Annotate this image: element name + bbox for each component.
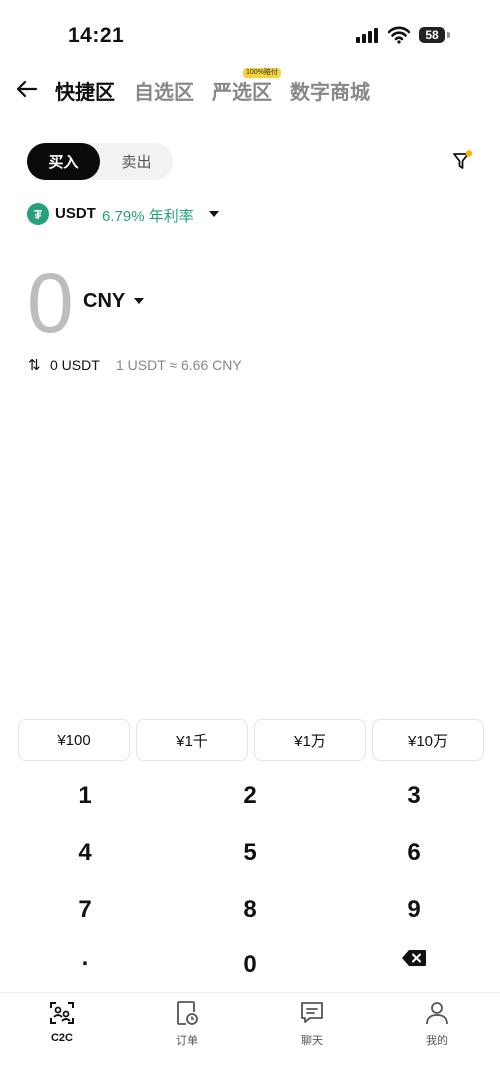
key-7[interactable]: 7: [30, 888, 140, 932]
guarantee-badge: 100%赔付: [243, 68, 281, 78]
tab-chat-label: 聊天: [301, 1035, 323, 1047]
battery-tip: [447, 32, 450, 38]
quick-amount-10k[interactable]: ¥1万: [254, 719, 366, 761]
tab-profile[interactable]: 我的: [397, 1000, 477, 1048]
quick-amount-100k[interactable]: ¥10万: [372, 719, 484, 761]
tab-watchlist-zone[interactable]: 自选区: [134, 76, 194, 105]
tab-selected-zone[interactable]: 严选区: [212, 76, 272, 105]
profile-icon: [426, 1002, 448, 1025]
amount-display[interactable]: 0: [27, 258, 74, 348]
coin-symbol[interactable]: USDT: [55, 205, 96, 222]
tab-orders-label: 订单: [176, 1035, 198, 1047]
c2c-icon: [50, 1002, 74, 1024]
tab-quick-zone[interactable]: 快捷区: [55, 76, 115, 105]
exchange-rate: 1 USDT ≈ 6.66 CNY: [116, 357, 242, 373]
filter-icon[interactable]: [452, 150, 474, 172]
tab-profile-label: 我的: [426, 1035, 448, 1047]
quick-amount-1k[interactable]: ¥1千: [136, 719, 248, 761]
key-decimal[interactable]: .: [30, 936, 140, 980]
key-5[interactable]: 5: [195, 831, 305, 875]
currency-selector[interactable]: CNY: [83, 290, 125, 313]
key-8[interactable]: 8: [195, 888, 305, 932]
apy-rate: 6.79% 年利率: [102, 208, 194, 225]
key-2[interactable]: 2: [195, 774, 305, 818]
key-1[interactable]: 1: [30, 774, 140, 818]
order-icon: [177, 1001, 198, 1025]
sell-tab[interactable]: 卖出: [100, 143, 173, 180]
cellular-signal-icon: [356, 28, 378, 43]
tab-c2c-label: C2C: [50, 1032, 73, 1044]
tab-digital-mall[interactable]: 数字商城: [290, 76, 370, 105]
usdt-icon[interactable]: ₮: [27, 203, 49, 225]
tab-orders[interactable]: 订单: [147, 1000, 227, 1048]
converted-amount: 0 USDT: [50, 357, 100, 373]
currency-chevron-down-icon[interactable]: [134, 298, 144, 304]
back-arrow-icon[interactable]: [16, 78, 38, 100]
battery-icon: 58: [419, 27, 445, 43]
tab-chat[interactable]: 聊天: [272, 1000, 352, 1048]
wifi-icon: [388, 26, 410, 44]
swap-arrows-icon[interactable]: ⇅: [28, 356, 41, 374]
key-9[interactable]: 9: [359, 888, 469, 932]
tab-c2c[interactable]: C2C: [22, 1000, 102, 1044]
backspace-icon: [402, 950, 426, 966]
key-4[interactable]: 4: [30, 831, 140, 875]
coin-chevron-down-icon[interactable]: [209, 211, 219, 217]
key-3[interactable]: 3: [359, 774, 469, 818]
quick-amount-100[interactable]: ¥100: [18, 719, 130, 761]
key-0[interactable]: 0: [195, 943, 305, 987]
chat-icon: [301, 1002, 323, 1023]
status-time: 14:21: [68, 24, 125, 47]
backspace-key[interactable]: [359, 936, 469, 980]
key-6[interactable]: 6: [359, 831, 469, 875]
buy-tab[interactable]: 买入: [27, 143, 100, 180]
